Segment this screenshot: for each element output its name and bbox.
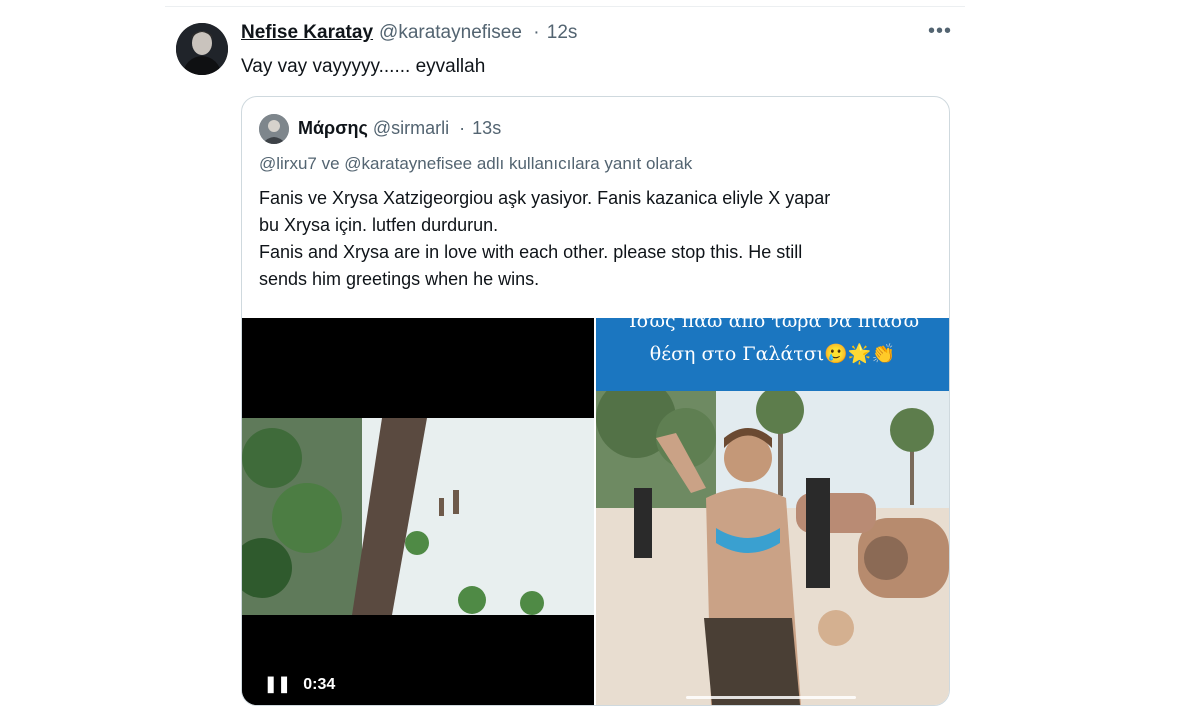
tweet-time[interactable]: 12s — [547, 22, 578, 43]
author-name[interactable]: Nefise Karatay — [241, 22, 373, 43]
quoted-text-line: Fanis and Xrysa are in love with each ot… — [259, 242, 803, 262]
quoted-author: Μάρσης @sirmarli · 13s — [298, 118, 501, 139]
video-duration: 0:34 — [303, 676, 336, 693]
reply-context: @lirxu7 ve @karataynefisee adlı kullanıc… — [259, 154, 693, 173]
pause-icon[interactable]: ❚❚ — [264, 676, 291, 693]
quoted-tweet-card[interactable]: Μάρσης @sirmarli · 13s @lirxu7 ve @karata… — [241, 96, 950, 706]
tweet-text: Vay vay vayyyyy...... eyvallah — [241, 56, 486, 77]
quoted-avatar[interactable] — [259, 114, 289, 144]
video-player[interactable]: ❚❚ 0:34 — [242, 318, 594, 705]
video-caption-band: Ίσως πάω από τώρα να πιάσω θέση στο Γαλά… — [596, 318, 949, 391]
top-divider — [165, 6, 965, 7]
author-handle[interactable]: @karataynefisee — [379, 22, 522, 43]
playback-control: ❚❚ 0:34 — [264, 674, 335, 694]
tweet-author: Nefise Karatay @karataynefisee · 12s — [241, 22, 577, 44]
separator-dot: · — [533, 22, 540, 43]
quoted-text: Fanis ve Xrysa Xatzigeorgiou aşk yasiyor… — [259, 185, 939, 293]
quoted-text-line: sends him greetings when he wins. — [259, 269, 540, 289]
quoted-time[interactable]: 13s — [472, 118, 501, 138]
quoted-text-line: Fanis ve Xrysa Xatzigeorgiou aşk yasiyor… — [259, 188, 831, 208]
quoted-author-handle[interactable]: @sirmarli — [373, 118, 449, 138]
quoted-text-line: bu Xrysa için. lutfen durdurun. — [259, 215, 499, 235]
video-frame-beach — [242, 318, 594, 705]
video-frame-right[interactable]: Ίσως πάω από τώρα να πιάσω θέση στο Γαλά… — [596, 318, 949, 705]
avatar[interactable] — [176, 23, 228, 75]
video-caption-line: θέση στο Γαλάτσι🥲🌟👏 — [649, 343, 896, 365]
video-caption-line: Ίσως πάω από τώρα να πιάσω — [625, 318, 920, 332]
more-horizontal-icon[interactable]: ••• — [928, 20, 952, 43]
quoted-author-name[interactable]: Μάρσης — [298, 118, 368, 138]
video-scrubber[interactable] — [686, 696, 856, 699]
separator-dot: · — [459, 118, 466, 138]
